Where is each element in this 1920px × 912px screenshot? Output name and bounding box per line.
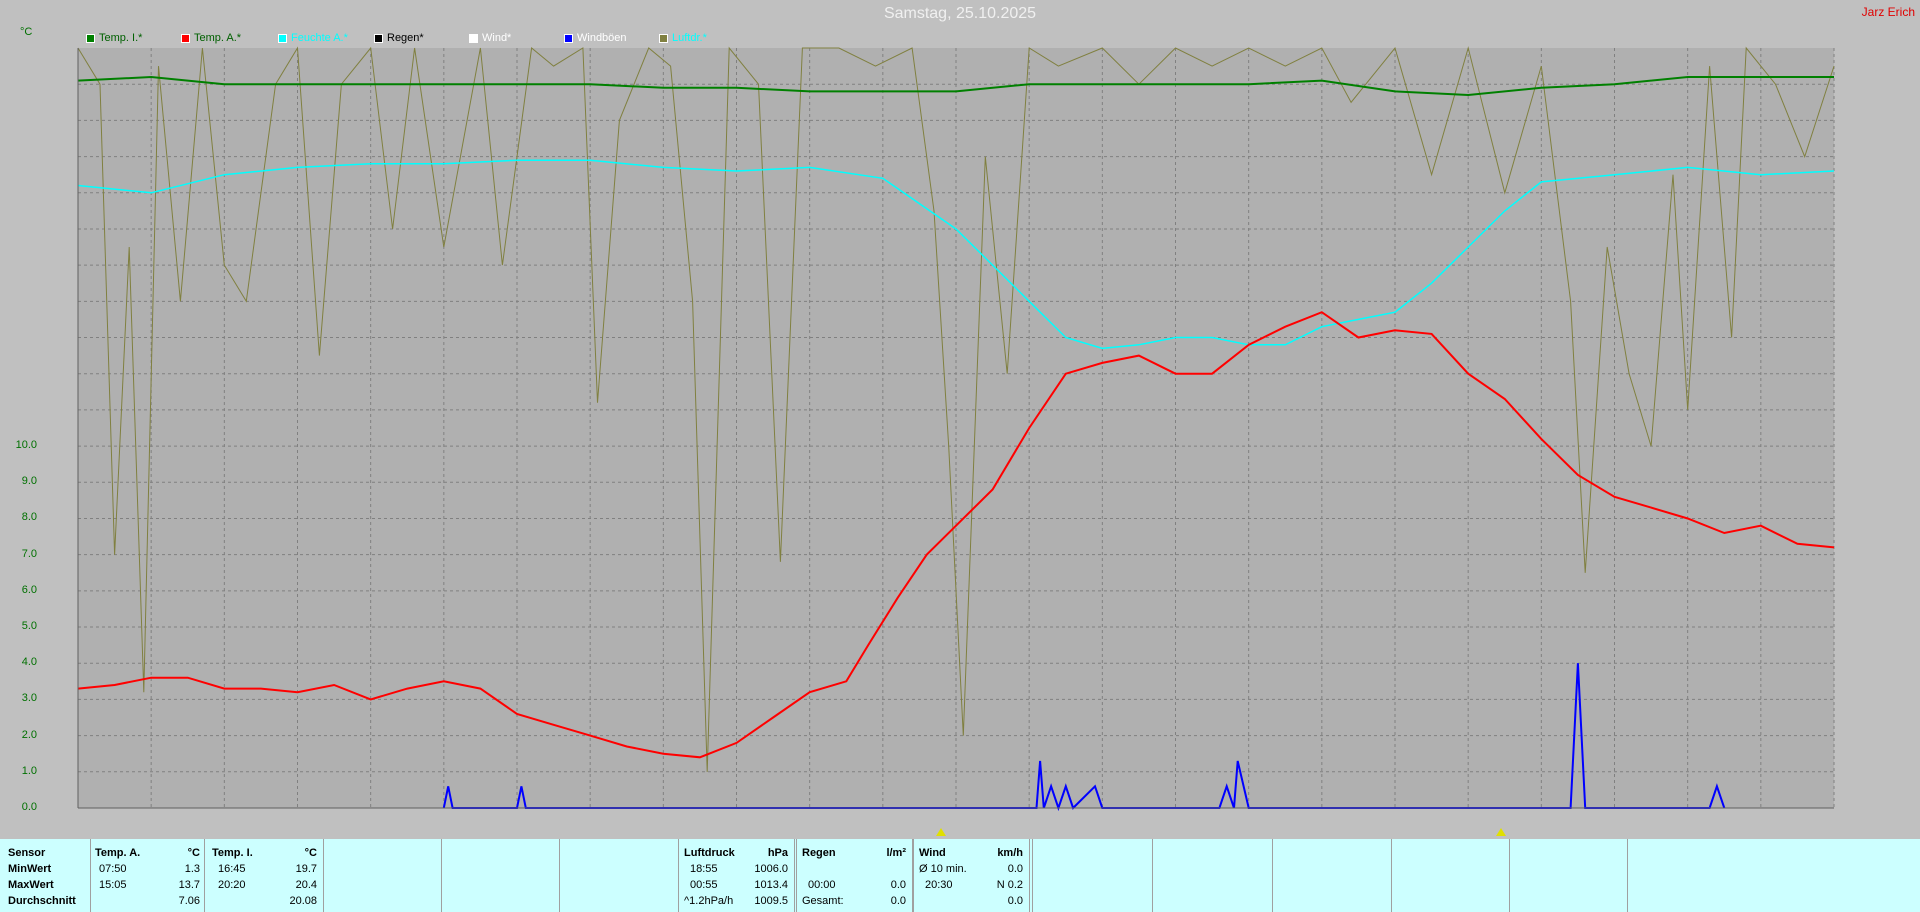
legend-swatch xyxy=(278,33,287,43)
temp-i-unit: °C xyxy=(304,847,317,859)
wind-avg-label: Ø 10 min. xyxy=(919,863,967,875)
regen-max-time: 00:00 xyxy=(808,879,836,891)
col-empty-11 xyxy=(1510,839,1628,912)
legend-label: Windböen xyxy=(577,32,627,44)
col-druck: Luftdruck hPa 18:55 1006.0 00:55 1013.4 … xyxy=(678,839,795,912)
druck-header: Luftdruck xyxy=(684,847,735,859)
legend-item: Feuchte A.* xyxy=(278,30,374,46)
druck-min-value: 1006.0 xyxy=(754,863,788,875)
legend-item: Temp. I.* xyxy=(86,30,181,46)
y-tick-label: 7.0 xyxy=(21,547,37,560)
legend-item: Wind* xyxy=(469,30,564,46)
temp-i-header: Temp. I. xyxy=(212,847,253,859)
y-tick-label: 4.0 xyxy=(21,656,37,669)
legend-swatch xyxy=(181,33,190,43)
stats-table: Sensor MinWert MaxWert Durchschnitt Temp… xyxy=(0,839,1920,912)
y-unit-label: °C xyxy=(20,26,33,38)
temp-a-min-value: 1.3 xyxy=(184,863,200,875)
col-empty-3 xyxy=(560,839,679,912)
wind-max-value: N 0.2 xyxy=(996,879,1023,891)
legend-label: Luftdr.* xyxy=(672,32,707,44)
wind-max-time: 20:30 xyxy=(925,879,953,891)
legend-label: Regen* xyxy=(387,32,424,44)
col-sensor: Sensor MinWert MaxWert Durchschnitt xyxy=(0,839,91,912)
col-wind: Wind km/h Ø 10 min. 0.0 20:30 N 0.2 0.0 xyxy=(913,839,1030,912)
regen-header: Regen xyxy=(802,847,836,859)
legend-item: Regen* xyxy=(374,30,469,46)
legend-swatch xyxy=(564,33,573,43)
temp-a-max-time: 15:05 xyxy=(99,879,127,891)
temp-a-unit: °C xyxy=(187,847,200,859)
page-title: Samstag, 25.10.2025 xyxy=(883,5,1037,22)
legend-label: Feuchte A.* xyxy=(291,32,348,44)
legend: Temp. I.* Temp. A.* Feuchte A.* Regen* Wind*… xyxy=(86,30,754,46)
weather-chart xyxy=(77,46,1835,812)
legend-item: Temp. A.* xyxy=(181,30,278,46)
temp-a-max-value: 13.7 xyxy=(178,879,200,891)
y-tick-label: 5.0 xyxy=(21,620,37,633)
legend-label: Temp. I.* xyxy=(99,32,143,44)
wind-unit: km/h xyxy=(997,847,1023,859)
row-label-avg: Durchschnitt xyxy=(8,895,76,907)
col-regen: Regen l/m² 00:00 0.0 Gesamt: 0.0 xyxy=(796,839,913,912)
sensor-header: Sensor xyxy=(8,847,46,859)
regen-unit: l/m² xyxy=(886,847,906,859)
temp-a-avg-value: 7.06 xyxy=(178,895,200,907)
legend-item: Windböen xyxy=(564,30,659,46)
col-empty-10 xyxy=(1392,839,1510,912)
legend-swatch xyxy=(374,33,383,43)
y-tick-label: 9.0 xyxy=(21,475,37,488)
y-tick-label: 2.0 xyxy=(21,728,37,741)
temp-i-max-time: 20:20 xyxy=(218,879,246,891)
col-temp-i: Temp. I. °C 16:45 19.7 20:20 20.4 20.08 xyxy=(205,839,324,912)
legend-item: Luftdr.* xyxy=(659,30,754,46)
row-label-min: MinWert xyxy=(8,863,52,875)
y-tick-label: 10.0 xyxy=(15,439,37,452)
druck-min-time: 18:55 xyxy=(690,863,718,875)
col-empty-9 xyxy=(1273,839,1392,912)
regen-max-value: 0.0 xyxy=(890,879,906,891)
sunset-marker xyxy=(1496,828,1507,836)
y-tick-label: 0.0 xyxy=(21,801,37,813)
temp-i-min-value: 19.7 xyxy=(295,863,317,875)
y-tick-label: 6.0 xyxy=(21,583,37,596)
legend-swatch xyxy=(659,33,668,43)
temp-a-min-time: 07:50 xyxy=(99,863,127,875)
col-temp-a: Temp. A. °C 07:50 1.3 15:05 13.7 7.06 xyxy=(91,839,205,912)
druck-unit: hPa xyxy=(767,847,788,859)
wind-avg-value: 0.0 xyxy=(1007,863,1023,875)
temp-a-header: Temp. A. xyxy=(95,847,141,859)
row-label-max: MaxWert xyxy=(8,879,54,891)
y-tick-label: 1.0 xyxy=(21,764,37,777)
druck-max-value: 1013.4 xyxy=(754,879,788,891)
col-empty-8 xyxy=(1153,839,1273,912)
sunrise-marker xyxy=(936,828,947,836)
temp-i-min-time: 16:45 xyxy=(218,863,246,875)
druck-trend: ^1.2hPa/h xyxy=(684,895,734,907)
col-empty-1 xyxy=(324,839,442,912)
legend-swatch xyxy=(469,33,478,43)
wind-header: Wind xyxy=(919,847,946,859)
station-name: Jarz Erich xyxy=(1861,5,1915,19)
regen-total-label: Gesamt: xyxy=(802,895,844,907)
legend-label: Temp. A.* xyxy=(194,32,242,44)
regen-total-value: 0.0 xyxy=(890,895,906,907)
druck-max-time: 00:55 xyxy=(690,879,718,891)
y-tick-label: 8.0 xyxy=(21,511,37,524)
col-empty-2 xyxy=(442,839,560,912)
y-tick-label: 3.0 xyxy=(21,692,37,705)
wind-day-value: 0.0 xyxy=(1007,895,1023,907)
temp-i-avg-value: 20.08 xyxy=(289,895,317,907)
legend-label: Wind* xyxy=(482,32,512,44)
legend-swatch xyxy=(86,33,95,43)
col-empty-7 xyxy=(1033,839,1153,912)
temp-i-max-value: 20.4 xyxy=(295,879,317,891)
druck-avg-value: 1009.5 xyxy=(754,895,788,907)
